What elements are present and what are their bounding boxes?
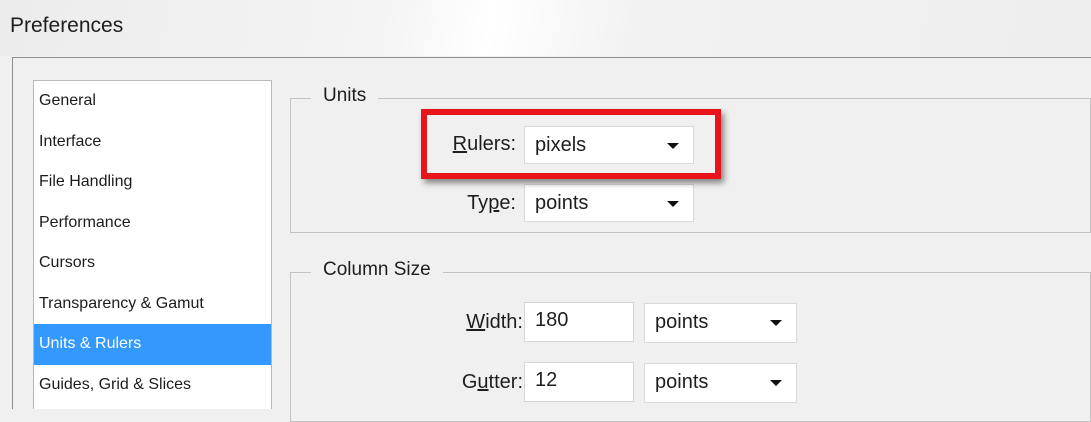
- type-value: points: [535, 192, 589, 214]
- gutter-input[interactable]: [535, 369, 615, 392]
- title-bar: Preferences: [0, 0, 1091, 56]
- nav-item-general[interactable]: General: [34, 81, 271, 122]
- chevron-down-icon: [770, 380, 782, 386]
- width-label-mnemonic: W: [466, 311, 486, 333]
- nav-item-transparency-gamut[interactable]: Transparency & Gamut: [34, 284, 271, 325]
- rulers-highlight-box: [421, 109, 721, 179]
- gutter-label: Gutter:: [462, 371, 523, 394]
- preferences-category-list[interactable]: General Interface File Handling Performa…: [33, 80, 272, 409]
- window-title: Preferences: [10, 14, 124, 37]
- nav-item-interface[interactable]: Interface: [34, 122, 271, 163]
- type-label-text: e:: [499, 192, 516, 214]
- type-label: Type:: [467, 192, 516, 215]
- chevron-down-icon: [667, 201, 679, 207]
- nav-item-guides-grid-slices[interactable]: Guides, Grid & Slices: [34, 365, 271, 406]
- width-label: Width:: [466, 311, 523, 334]
- nav-item-performance[interactable]: Performance: [34, 203, 271, 244]
- width-label-text: idth:: [485, 311, 523, 333]
- type-label-pre: Ty: [467, 192, 489, 214]
- width-field[interactable]: [524, 302, 634, 342]
- units-group-title: Units: [311, 85, 379, 107]
- width-unit-value: points: [655, 311, 709, 333]
- gutter-field[interactable]: [524, 362, 634, 402]
- nav-item-file-handling[interactable]: File Handling: [34, 162, 271, 203]
- column-size-group-title: Column Size: [311, 259, 443, 281]
- width-input[interactable]: [535, 309, 615, 332]
- type-dropdown[interactable]: points: [524, 184, 694, 222]
- gutter-label-mnemonic: u: [477, 371, 489, 393]
- type-label-mnemonic: p: [488, 192, 500, 214]
- gutter-unit-value: points: [655, 371, 709, 393]
- nav-item-cursors[interactable]: Cursors: [34, 243, 271, 284]
- gutter-unit-dropdown[interactable]: points: [644, 363, 797, 403]
- nav-item-units-rulers[interactable]: Units & Rulers: [34, 324, 271, 365]
- width-unit-dropdown[interactable]: points: [644, 303, 797, 343]
- gutter-label-text: tter:: [488, 371, 523, 393]
- gutter-label-pre: G: [461, 371, 478, 393]
- chevron-down-icon: [770, 320, 782, 326]
